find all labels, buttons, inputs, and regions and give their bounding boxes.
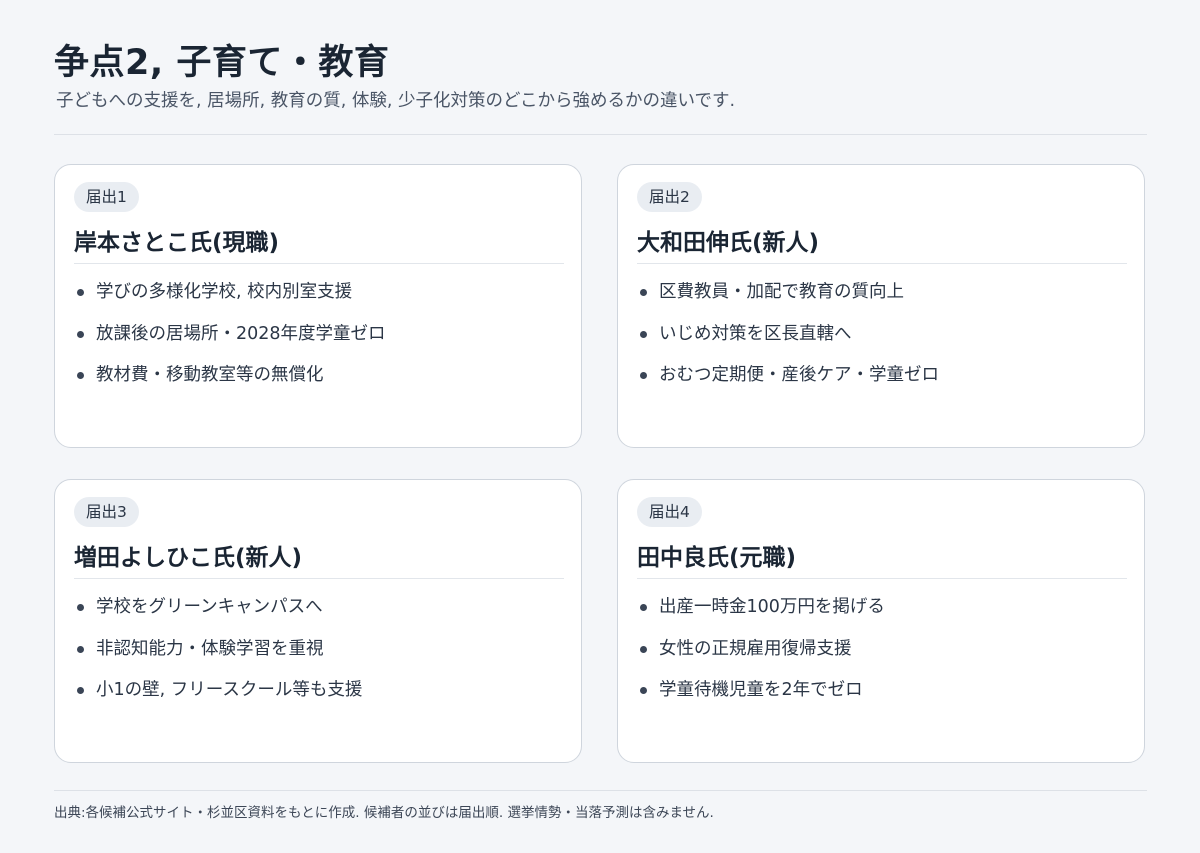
card-divider: [74, 263, 564, 264]
policy-item: 女性の正規雇用復帰支援: [637, 634, 885, 676]
policy-item: 学童待機児童を2年でゼロ: [637, 675, 885, 717]
source-note: 出典:各候補公式サイト・杉並区資料をもとに作成. 候補者の並びは届出順. 選挙情…: [54, 805, 714, 821]
policy-text: おむつ定期便・産後ケア・学童ゼロ: [659, 365, 939, 385]
policy-item: 出産一時金100万円を掲げる: [637, 592, 885, 634]
policy-text: いじめ対策を区長直轄へ: [659, 323, 852, 344]
candidate-name: 大和田伸氏(新人): [637, 230, 820, 256]
policy-text: 区費教員・加配で教育の質向上: [659, 282, 904, 302]
bullet-icon: [77, 372, 84, 379]
bullet-icon: [77, 604, 84, 611]
bullet-icon: [640, 645, 647, 653]
filing-order-badge: 届出2: [637, 182, 702, 212]
policy-item: おむつ定期便・産後ケア・学童ゼロ: [637, 360, 939, 402]
candidate-name: 田中良氏(元職): [637, 545, 797, 571]
candidate-name: 増田よしひこ氏(新人): [74, 545, 303, 571]
policy-text: 非認知能力・体験学習を重視: [96, 638, 324, 659]
policy-list: 学校をグリーンキャンパスへ 非認知能力・体験学習を重視 小1の壁, フリースクー…: [74, 592, 362, 717]
filing-order-badge: 届出1: [74, 182, 139, 212]
card-divider: [637, 578, 1127, 579]
card-divider: [74, 578, 564, 579]
bullet-icon: [77, 330, 84, 338]
policy-text: 教材費・移動教室等の無償化: [96, 365, 324, 385]
policy-item: 学校をグリーンキャンパスへ: [74, 592, 362, 634]
policy-text: 女性の正規雇用復帰支援: [659, 638, 852, 659]
footer-divider: [54, 790, 1147, 791]
card-divider: [637, 263, 1127, 264]
policy-text: 学びの多様化学校, 校内別室支援: [96, 282, 353, 302]
policy-item: いじめ対策を区長直轄へ: [637, 319, 939, 361]
policy-text: 出産一時金100万円を掲げる: [659, 597, 885, 617]
page: 争点2, 子育て・教育 子どもへの支援を, 居場所, 教育の質, 体験, 少子化…: [54, 0, 1147, 853]
page-title: 争点2, 子育て・教育: [54, 43, 390, 83]
policy-list: 出産一時金100万円を掲げる 女性の正規雇用復帰支援 学童待機児童を2年でゼロ: [637, 592, 885, 717]
bullet-icon: [77, 289, 84, 296]
bullet-icon: [640, 604, 647, 611]
bullet-icon: [640, 687, 647, 694]
candidate-card: 届出1 岸本さとこ氏(現職) 学びの多様化学校, 校内別室支援 放課後の居場所・…: [54, 164, 582, 448]
candidate-card: 届出3 増田よしひこ氏(新人) 学校をグリーンキャンパスへ 非認知能力・体験学習…: [54, 479, 582, 763]
policy-item: 学びの多様化学校, 校内別室支援: [74, 277, 386, 319]
bullet-icon: [640, 372, 647, 379]
policy-item: 非認知能力・体験学習を重視: [74, 634, 362, 676]
bullet-icon: [640, 289, 647, 296]
policy-text: 学童待機児童を2年でゼロ: [659, 680, 863, 700]
policy-item: 区費教員・加配で教育の質向上: [637, 277, 939, 319]
policy-text: 学校をグリーンキャンパスへ: [96, 597, 323, 617]
bullet-icon: [77, 687, 84, 694]
bullet-icon: [640, 330, 647, 338]
header-divider: [54, 134, 1147, 135]
candidate-card: 届出2 大和田伸氏(新人) 区費教員・加配で教育の質向上 いじめ対策を区長直轄へ…: [617, 164, 1145, 448]
policy-list: 学びの多様化学校, 校内別室支援 放課後の居場所・2028年度学童ゼロ 教材費・…: [74, 277, 386, 402]
bullet-icon: [77, 645, 84, 653]
candidate-name: 岸本さとこ氏(現職): [74, 230, 280, 256]
policy-text: 小1の壁, フリースクール等も支援: [96, 680, 363, 700]
filing-order-badge: 届出3: [74, 497, 139, 527]
candidate-card: 届出4 田中良氏(元職) 出産一時金100万円を掲げる 女性の正規雇用復帰支援 …: [617, 479, 1145, 763]
filing-order-badge: 届出4: [637, 497, 702, 527]
policy-item: 放課後の居場所・2028年度学童ゼロ: [74, 319, 386, 361]
policy-list: 区費教員・加配で教育の質向上 いじめ対策を区長直轄へ おむつ定期便・産後ケア・学…: [637, 277, 939, 402]
policy-item: 小1の壁, フリースクール等も支援: [74, 675, 362, 717]
policy-item: 教材費・移動教室等の無償化: [74, 360, 386, 402]
policy-text: 放課後の居場所・2028年度学童ゼロ: [96, 323, 386, 344]
page-subtitle: 子どもへの支援を, 居場所, 教育の質, 体験, 少子化対策のどこから強めるかの…: [56, 91, 736, 111]
